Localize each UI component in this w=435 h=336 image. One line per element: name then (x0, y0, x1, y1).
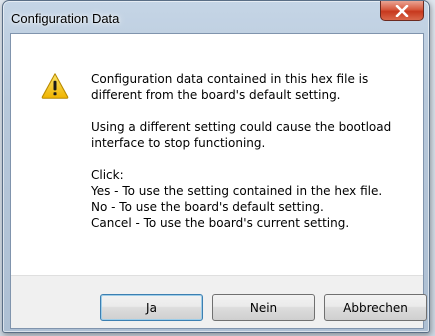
title-bar[interactable]: Configuration Data (3, 1, 429, 33)
message-line: No - To use the board's default setting. (91, 200, 324, 214)
message-line: interface to stop functioning. (91, 136, 266, 150)
message-line: different from the board's default setti… (91, 88, 341, 102)
close-icon (395, 4, 409, 17)
dialog-body: Configuration data contained in this hex… (10, 33, 427, 329)
message-text: Configuration data contained in this hex… (91, 71, 411, 231)
no-button[interactable]: Nein (212, 294, 315, 321)
button-bar: Ja Nein Abbrechen (11, 275, 427, 328)
yes-button[interactable]: Ja (100, 294, 203, 321)
message-line: Configuration data contained in this hex… (91, 72, 369, 86)
window-title: Configuration Data (11, 11, 120, 26)
message-line: Cancel - To use the board's current sett… (91, 216, 350, 230)
dialog-window: Configuration Data Configuration data co… (2, 0, 430, 333)
message-line: Click: (91, 168, 124, 182)
cancel-button[interactable]: Abbrechen (324, 294, 427, 321)
message-line: Using a different setting could cause th… (91, 120, 392, 134)
message-line: Yes - To use the setting contained in th… (91, 184, 383, 198)
warning-icon (41, 73, 69, 99)
close-button[interactable] (380, 1, 424, 21)
